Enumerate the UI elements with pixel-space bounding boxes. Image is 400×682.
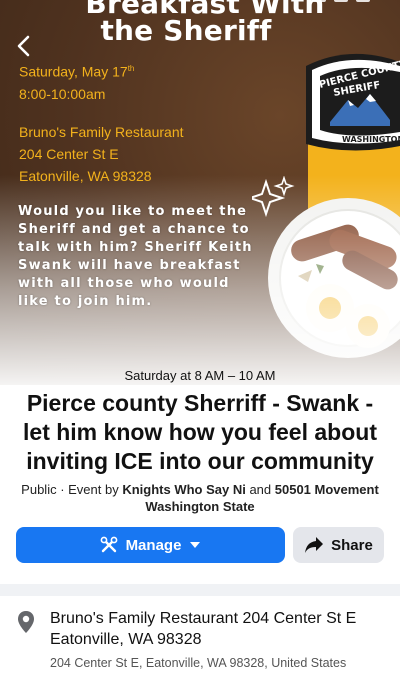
host-separator: and — [245, 482, 275, 497]
flyer-venue-name: Bruno's Family Restaurant — [19, 124, 184, 140]
event-cover-image[interactable]: PIERCE COUNTY SHERIFF WASHINGTON Breakfa… — [0, 0, 400, 385]
flyer-title: Breakfast With the Sheriff — [0, 0, 400, 47]
flyer-venue-street: 204 Center St E — [19, 146, 119, 162]
event-meta: Public · Event by Knights Who Say Ni and… — [18, 481, 382, 515]
manage-button[interactable]: Manage — [16, 527, 285, 563]
section-divider — [0, 584, 400, 596]
flyer-date-time: Saturday, May 17th 8:00-10:00am — [19, 58, 134, 105]
share-button[interactable]: Share — [293, 527, 384, 563]
flyer-title-line2: the Sheriff — [100, 14, 272, 47]
map-pin-icon — [18, 611, 34, 633]
flyer-date-suffix: th — [127, 64, 135, 73]
flyer-venue: Bruno's Family Restaurant 204 Center St … — [19, 121, 184, 187]
event-actions: Manage Share — [16, 527, 384, 563]
event-visibility: Public · Event by — [21, 482, 123, 497]
sheriff-badge-logo: PIERCE COUNTY SHERIFF WASHINGTON — [306, 53, 400, 151]
flyer-time: 8:00-10:00am — [19, 85, 106, 102]
chevron-left-icon — [17, 35, 30, 57]
location-address: 204 Center St E, Eatonville, WA 98328, U… — [50, 656, 347, 670]
caret-down-icon — [190, 542, 201, 548]
badge-text-bottom: WASHINGTON — [342, 135, 400, 144]
location-name: Bruno's Family Restaurant 204 Center St … — [50, 610, 357, 648]
share-arrow-icon — [305, 537, 324, 553]
manage-label: Manage — [125, 536, 182, 554]
event-time: Saturday at 8 AM – 10 AM — [124, 368, 276, 383]
host-link-1[interactable]: Knights Who Say Ni — [122, 482, 246, 497]
tools-icon — [100, 536, 117, 553]
back-button[interactable] — [14, 34, 34, 58]
flyer-invitation-text: Would you like to meet the Sheriff and g… — [18, 204, 253, 309]
event-details: Saturday at 8 AM – 10 AM Pierce county S… — [0, 365, 400, 515]
flyer-venue-city: Eatonville, WA 98328 — [19, 168, 152, 184]
event-title: Pierce county Sherriff - Swank - let him… — [23, 390, 377, 474]
share-label: Share — [331, 536, 373, 554]
flyer-date: Saturday, May 17 — [19, 63, 128, 80]
